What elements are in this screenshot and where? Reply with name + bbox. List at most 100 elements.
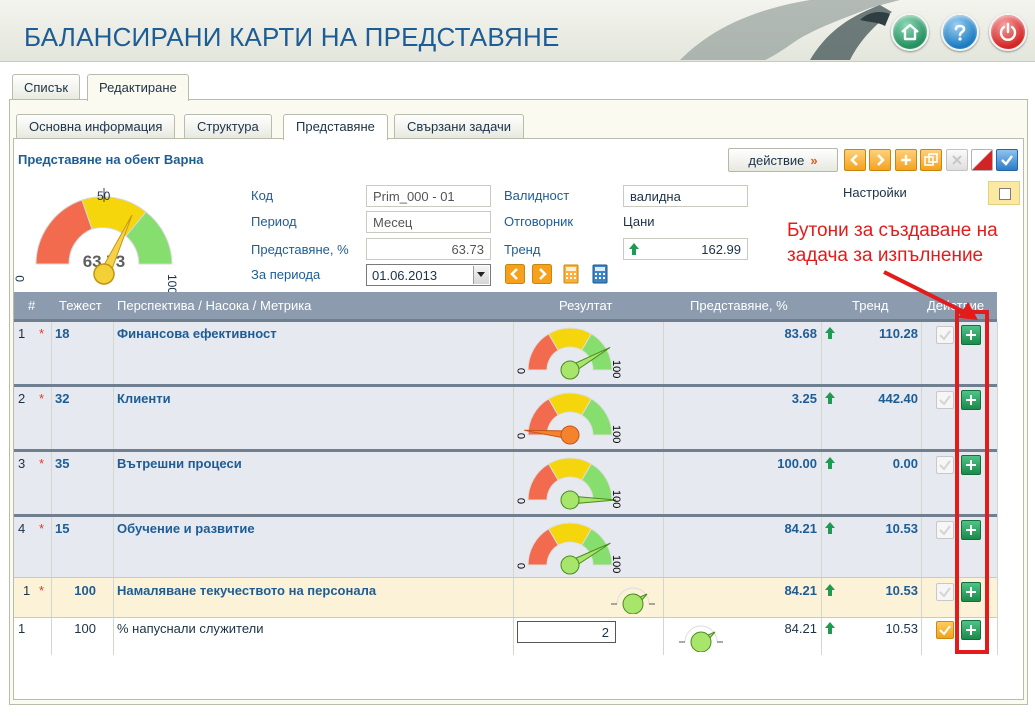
column-divider xyxy=(921,322,922,387)
column-divider xyxy=(663,578,664,618)
prev-button[interactable] xyxy=(844,149,866,171)
gauge-max-label: 100 xyxy=(610,425,622,443)
row-name: % напуснали служители xyxy=(117,621,264,636)
action-label: действие xyxy=(748,153,805,168)
home-icon xyxy=(901,23,919,41)
row-name[interactable]: Обучение и развитие xyxy=(117,521,255,536)
calculator-blue-button[interactable] xyxy=(590,264,610,284)
row-trend: 10.53 xyxy=(885,621,918,636)
row-weight: 18 xyxy=(55,326,70,341)
next-button[interactable] xyxy=(869,149,891,171)
complete-checkbox[interactable] xyxy=(936,583,954,601)
arrow-up-icon xyxy=(825,622,835,637)
gauge-hub xyxy=(560,425,580,445)
required-mark: * xyxy=(39,391,45,406)
column-divider xyxy=(921,517,922,580)
row-name[interactable]: Вътрешни процеси xyxy=(117,456,242,471)
tab-edit[interactable]: Редактиране xyxy=(87,74,189,101)
help-button[interactable] xyxy=(941,13,979,51)
column-divider xyxy=(663,452,664,517)
code-input[interactable]: Prim_000 - 01 xyxy=(366,185,491,207)
tab-list[interactable]: Списък xyxy=(12,74,81,100)
for-period-select[interactable]: 01.06.2013 xyxy=(366,264,491,286)
column-divider xyxy=(997,618,998,655)
row-performance: 84.21 xyxy=(784,583,817,598)
column-divider xyxy=(513,578,514,618)
check-icon xyxy=(939,330,951,341)
tab-performance[interactable]: Представяне xyxy=(283,114,388,140)
settings-checkbox[interactable] xyxy=(999,188,1011,200)
overall-gauge-mid: 50 xyxy=(97,189,111,203)
row-number: 3 xyxy=(18,456,26,471)
column-divider xyxy=(821,322,822,387)
settings-label: Настройки xyxy=(843,185,907,200)
complete-checkbox[interactable] xyxy=(936,326,954,344)
add-button[interactable] xyxy=(895,149,917,171)
tab-related-tasks[interactable]: Свързани задачи xyxy=(394,114,525,139)
complete-checkbox[interactable] xyxy=(936,521,954,539)
home-button[interactable] xyxy=(891,13,929,51)
table-row: 4 * 15 Обучение и развитие 0 100 84.21 10.53 xyxy=(14,514,998,580)
gauge-min-label: 0 xyxy=(516,368,528,374)
check-icon xyxy=(939,525,951,536)
row-performance: 3.25 xyxy=(791,391,817,406)
prev-icon xyxy=(505,264,525,284)
tab-structure[interactable]: Структура xyxy=(184,114,272,139)
required-mark: * xyxy=(39,583,45,598)
power-button[interactable] xyxy=(989,13,1027,51)
row-number: 4 xyxy=(18,521,26,536)
column-divider xyxy=(921,452,922,517)
row-number: 1 xyxy=(18,621,26,636)
col-result: Резултат xyxy=(559,298,613,313)
row-weight: 15 xyxy=(55,521,70,536)
period-input[interactable]: Месец xyxy=(366,211,491,233)
delete-button[interactable] xyxy=(946,149,968,171)
row-name[interactable]: Финансова ефективност xyxy=(117,326,277,341)
period-next-button[interactable] xyxy=(532,264,552,284)
table-row: 1 * 18 Финансова ефективност 0 100 83.68 110.28 xyxy=(14,319,998,387)
confirm-button[interactable] xyxy=(996,149,1018,171)
row-trend: 10.53 xyxy=(885,521,918,536)
next-icon xyxy=(532,264,552,284)
check-icon xyxy=(939,587,951,598)
next-icon xyxy=(877,154,885,166)
add-icon xyxy=(901,155,911,165)
row-name[interactable]: Клиенти xyxy=(117,391,171,406)
complete-checkbox[interactable] xyxy=(936,621,954,639)
cancel-button[interactable] xyxy=(971,149,993,171)
action-button[interactable]: действие » xyxy=(728,148,838,172)
complete-checkbox[interactable] xyxy=(936,456,954,474)
column-divider xyxy=(663,322,664,387)
col-performance: Представяне, % xyxy=(690,298,788,313)
tab-basic-info[interactable]: Основна информация xyxy=(16,114,176,139)
required-mark: * xyxy=(39,521,45,536)
calculator-orange-button[interactable] xyxy=(561,264,581,284)
performance-input[interactable]: 63.73 xyxy=(366,238,491,260)
row-weight: 35 xyxy=(55,456,70,471)
column-divider xyxy=(513,322,514,387)
result-input[interactable]: 2 xyxy=(517,621,616,643)
bird-decoration xyxy=(680,0,900,60)
result-gauge-wrapper: 0 100 xyxy=(515,389,625,450)
column-divider xyxy=(821,387,822,452)
period-prev-button[interactable] xyxy=(505,264,525,284)
delete-icon xyxy=(952,155,962,165)
copy-button[interactable] xyxy=(920,149,942,171)
result-gauge: 0 100 xyxy=(516,522,622,575)
row-performance: 83.68 xyxy=(784,326,817,341)
gauge-hub xyxy=(560,555,580,575)
row-trend: 10.53 xyxy=(885,583,918,598)
column-divider xyxy=(997,578,998,618)
column-divider xyxy=(821,618,822,655)
col-weight: Тежест xyxy=(59,298,102,313)
column-divider xyxy=(821,517,822,580)
row-trend: 110.28 xyxy=(878,326,918,341)
column-divider xyxy=(821,452,822,517)
column-divider xyxy=(113,387,114,452)
row-name[interactable]: Намаляване текучеството на персонала xyxy=(117,583,376,598)
gauge-min-label: 0 xyxy=(516,498,528,504)
complete-checkbox[interactable] xyxy=(936,391,954,409)
col-name: Перспектива / Насока / Метрика xyxy=(117,298,312,313)
trend-field: 162.99 xyxy=(623,238,748,260)
validity-input[interactable]: валидна xyxy=(623,185,748,207)
